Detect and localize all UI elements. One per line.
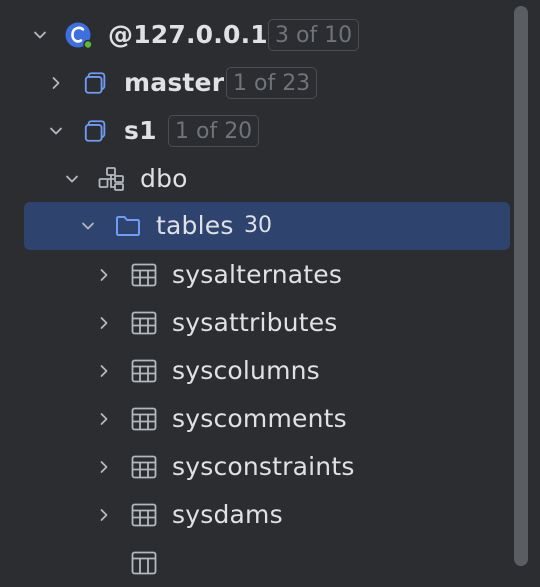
- table-icon: [130, 357, 158, 385]
- table-icon: [130, 453, 158, 481]
- tree-node-table[interactable]: sysconstraints: [0, 443, 510, 491]
- database-icon: [82, 117, 110, 145]
- chevron-right-icon[interactable]: [94, 265, 114, 285]
- table-icon: [130, 309, 158, 337]
- table-label: syscomments: [172, 404, 347, 433]
- chevron-down-icon[interactable]: [46, 121, 66, 141]
- tree-node-schema-dbo[interactable]: dbo: [0, 155, 510, 203]
- tree-node-database-s1[interactable]: s1 1 of 20: [0, 107, 510, 155]
- database-icon: [82, 69, 110, 97]
- connection-badge: 3 of 10: [268, 19, 360, 51]
- table-icon: [130, 501, 158, 529]
- chevron-right-icon[interactable]: [46, 73, 66, 93]
- table-label: sysconstraints: [172, 452, 355, 481]
- chevron-right-icon[interactable]: [94, 361, 114, 381]
- tree-node-table[interactable]: sysalternates: [0, 251, 510, 299]
- tree-node-table[interactable]: sysattributes: [0, 299, 510, 347]
- tree-node-folder-tables[interactable]: tables 30: [0, 202, 510, 250]
- chevron-right-icon[interactable]: [94, 457, 114, 477]
- table-icon: [130, 549, 158, 577]
- database-badge: 1 of 20: [168, 115, 260, 147]
- database-badge: 1 of 23: [226, 67, 318, 99]
- database-label: s1: [124, 116, 157, 145]
- folder-count: 30: [244, 213, 272, 238]
- chevron-down-icon[interactable]: [30, 25, 50, 45]
- tree-node-table[interactable]: syscomments: [0, 395, 510, 443]
- tree-node-table[interactable]: sysdams: [0, 491, 510, 539]
- table-label: sysalternates: [172, 260, 343, 289]
- sybase-connection-icon: [64, 21, 92, 49]
- chevron-down-icon[interactable]: [62, 169, 82, 189]
- table-icon: [130, 405, 158, 433]
- chevron-right-icon[interactable]: [94, 409, 114, 429]
- schema-label: dbo: [140, 164, 188, 193]
- tree-node-table[interactable]: syscolumns: [0, 347, 510, 395]
- schema-icon: [97, 165, 125, 193]
- chevron-right-icon[interactable]: [94, 313, 114, 333]
- folder-label: tables: [156, 211, 234, 240]
- table-label: sysdams: [172, 500, 283, 529]
- chevron-right-icon[interactable]: [94, 505, 114, 525]
- tree-node-database-master[interactable]: master 1 of 23: [0, 59, 510, 107]
- table-label: syscolumns: [172, 356, 320, 385]
- vertical-scrollbar-thumb[interactable]: [514, 6, 528, 566]
- tree-node-table-partial[interactable]: [0, 539, 510, 587]
- tree-node-connection[interactable]: @127.0.0.1 3 of 10: [0, 11, 510, 59]
- chevron-down-icon[interactable]: [78, 216, 98, 236]
- database-label: master: [124, 68, 225, 97]
- table-label: sysattributes: [172, 308, 338, 337]
- connection-label: @127.0.0.1: [108, 20, 268, 49]
- table-icon: [130, 261, 158, 289]
- folder-icon: [114, 212, 142, 240]
